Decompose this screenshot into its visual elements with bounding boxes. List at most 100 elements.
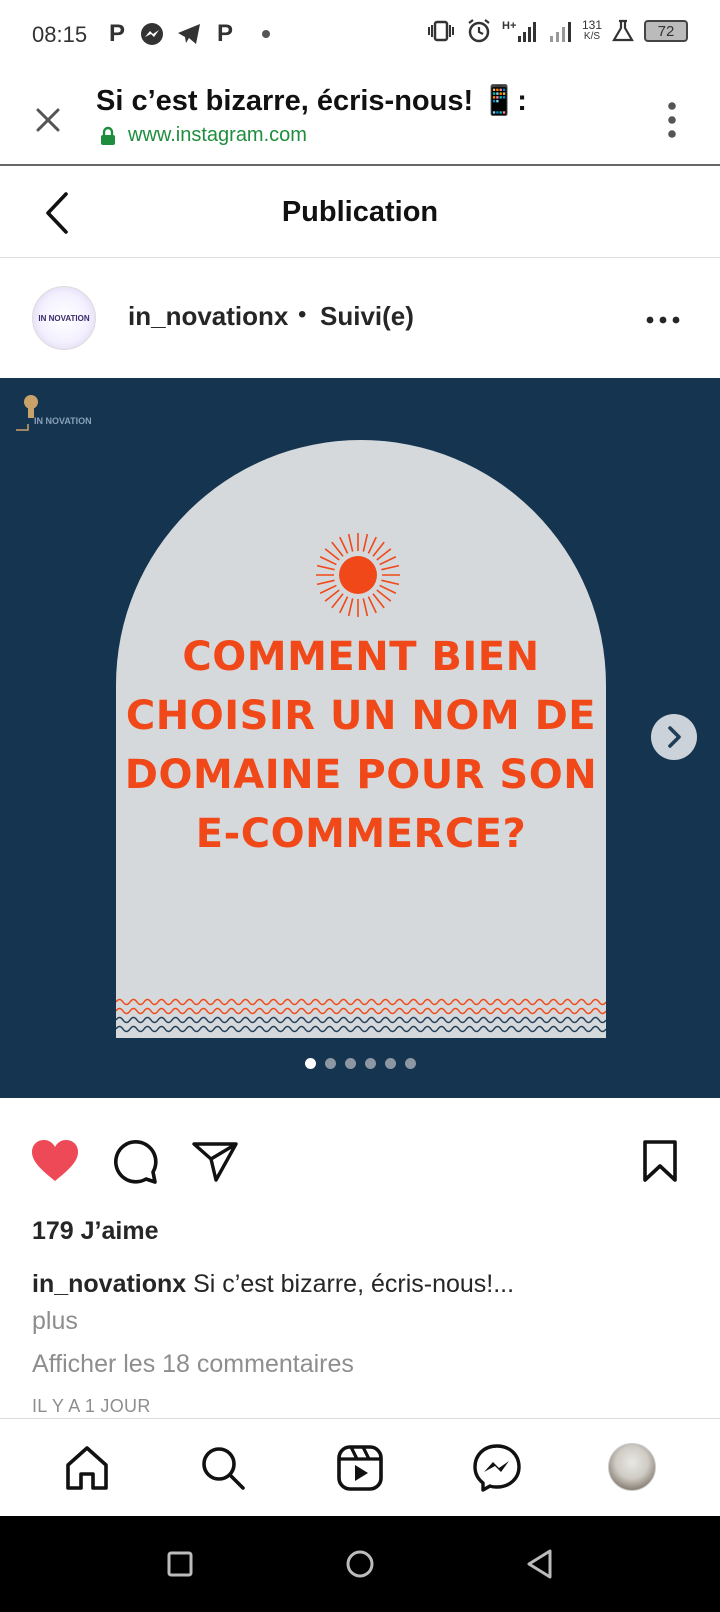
sun-ray xyxy=(372,593,385,609)
search-icon[interactable] xyxy=(198,1443,248,1493)
sun-ray xyxy=(362,598,369,617)
wave-line xyxy=(116,1007,606,1015)
lab-flask-icon xyxy=(612,19,634,42)
status-bar: 08:15 P P H+ 131 K/S 72 xyxy=(0,0,720,72)
sun-ray xyxy=(319,584,337,594)
share-send-icon[interactable] xyxy=(190,1138,240,1184)
alarm-icon xyxy=(468,19,490,43)
sun-ray xyxy=(347,533,354,552)
sun-ray xyxy=(339,596,349,614)
chevron-right-icon xyxy=(668,726,681,748)
reels-icon[interactable] xyxy=(335,1443,385,1493)
signal-bars-icon xyxy=(549,22,571,42)
sun-ray xyxy=(379,556,397,566)
battery-indicator: 72 xyxy=(644,20,688,42)
logo-text: IN NOVATION xyxy=(34,416,92,426)
telegram-notification-icon xyxy=(178,24,200,44)
sun-ray xyxy=(367,536,377,554)
browser-page-title: Si c’est bizarre, écris-nous! 📱: xyxy=(96,85,527,117)
author-avatar[interactable]: IN NOVATION xyxy=(32,286,96,350)
carousel-dot xyxy=(344,1058,356,1069)
p-notification-icon: P xyxy=(108,20,125,47)
wave-line xyxy=(116,1016,606,1024)
wave-line xyxy=(116,998,606,1006)
like-count[interactable]: 179 J’aime xyxy=(32,1217,159,1246)
messenger-icon[interactable] xyxy=(472,1443,522,1493)
vibrate-icon xyxy=(427,20,454,42)
lock-icon xyxy=(101,126,115,145)
like-heart-icon[interactable] xyxy=(30,1138,80,1184)
sun-ray xyxy=(316,564,335,571)
recent-apps-icon[interactable] xyxy=(162,1546,198,1582)
follow-status[interactable]: Suivi(e) xyxy=(320,301,414,332)
system-navigation-bar xyxy=(0,1516,720,1612)
close-icon[interactable] xyxy=(30,102,66,138)
bottom-navigation xyxy=(0,1418,720,1516)
browser-url: www.instagram.com xyxy=(128,124,307,146)
post-header: IN NOVATION in_novationx • Suivi(e) xyxy=(0,258,720,378)
decorative-waves xyxy=(116,998,606,1033)
post-timestamp: IL Y A 1 JOUR xyxy=(32,1396,151,1416)
sun-ray xyxy=(376,548,392,561)
headline-line-3: DOMAINE POUR SON xyxy=(124,752,598,798)
carousel-dot xyxy=(364,1058,376,1069)
post-headline: COMMENT BIEN CHOISIR UN NOM DE DOMAINE P… xyxy=(116,628,606,864)
sun-ray xyxy=(372,541,385,557)
carousel-dot xyxy=(384,1058,396,1069)
sun-ray xyxy=(376,589,392,602)
sun-ray xyxy=(379,584,397,594)
carousel-dot xyxy=(404,1058,416,1069)
header-separator: • xyxy=(298,301,307,328)
speed-value: 131 xyxy=(581,18,602,32)
sun-ray xyxy=(316,579,335,586)
sun-ray xyxy=(381,564,400,571)
system-status-icons: H+ 131 K/S 72 xyxy=(426,18,688,44)
bookmark-icon[interactable] xyxy=(640,1138,680,1184)
notification-icons: P P xyxy=(106,20,270,48)
home-button-icon[interactable] xyxy=(342,1546,378,1582)
comment-icon[interactable] xyxy=(110,1138,160,1184)
sun-ray xyxy=(362,533,369,552)
post-options-icon[interactable] xyxy=(646,316,680,324)
network-speed: 131 K/S xyxy=(582,19,602,43)
sun-icon xyxy=(316,533,400,617)
sun-ray xyxy=(381,579,400,586)
messenger-notification-icon xyxy=(141,23,163,45)
headline-line-2: CHOISIR UN NOM DE xyxy=(125,693,597,739)
signal-h-plus-icon: H+ xyxy=(502,20,536,42)
wave-line xyxy=(116,1025,606,1033)
carousel-dot xyxy=(324,1058,336,1069)
caption-more-link[interactable]: plus xyxy=(32,1307,78,1336)
sun-ray xyxy=(324,589,340,602)
sun-ray xyxy=(367,596,377,614)
svg-text:H+: H+ xyxy=(502,20,516,32)
more-vertical-icon[interactable] xyxy=(666,100,678,140)
page-title: Publication xyxy=(281,196,439,228)
carousel-next-button[interactable] xyxy=(651,714,697,760)
avatar-logo-text: IN NOVATION xyxy=(38,313,90,323)
brand-logo-icon: IN NOVATION xyxy=(16,395,92,431)
carousel-dot xyxy=(304,1058,316,1069)
browser-url-row: www.instagram.com xyxy=(98,124,307,147)
sun-ray xyxy=(331,541,344,557)
profile-avatar[interactable] xyxy=(608,1443,656,1491)
view-comments-link[interactable]: Afficher les 18 commentaires xyxy=(32,1350,354,1379)
post-image[interactable]: IN NOVATION COMMENT BIEN CHOISIR UN NOM … xyxy=(0,378,720,1098)
caption-username[interactable]: in_novationx xyxy=(32,1270,186,1298)
home-icon[interactable] xyxy=(62,1443,112,1493)
post-caption: in_novationx Si c’est bizarre, écris-nou… xyxy=(32,1270,692,1299)
sun-ray xyxy=(331,593,344,609)
post-actions xyxy=(0,1098,720,1216)
caption-text: Si c’est bizarre, écris-nous!... xyxy=(186,1270,515,1298)
p-notification-icon-2: P xyxy=(216,20,233,47)
status-time: 08:15 xyxy=(32,22,88,47)
carousel-indicator xyxy=(0,1058,720,1069)
headline-line-4: E-COMMERCE? xyxy=(195,811,527,857)
author-username[interactable]: in_novationx xyxy=(128,301,288,332)
speed-unit: K/S xyxy=(583,31,601,42)
back-button-icon[interactable] xyxy=(522,1546,558,1582)
sun-ray xyxy=(339,536,349,554)
page-header: Publication xyxy=(0,168,720,258)
sun-ray xyxy=(319,556,337,566)
in-app-browser-bar: Si c’est bizarre, écris-nous! 📱: www.ins… xyxy=(0,72,720,166)
